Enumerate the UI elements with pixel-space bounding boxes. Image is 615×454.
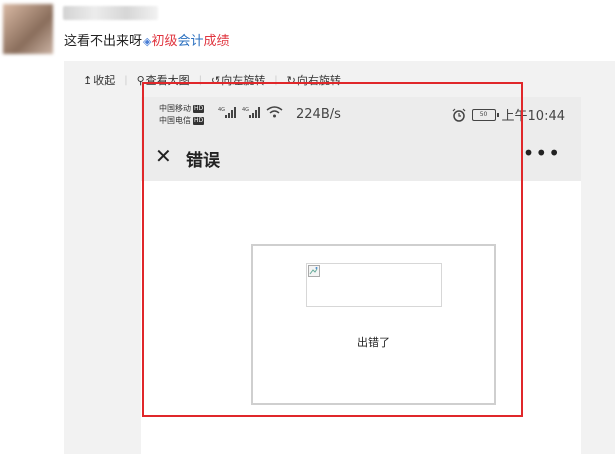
network-speed: 224B/s	[296, 107, 341, 122]
post-text: 这看不出来呀	[64, 34, 143, 49]
clock-time: 上午10:44	[501, 109, 565, 124]
collapse-label: 收起	[93, 74, 116, 87]
carrier-2: 中国电信	[159, 116, 191, 125]
close-icon[interactable]: ✕	[155, 144, 172, 168]
rotate-right-button[interactable]: ↻ 向右旋转	[287, 72, 341, 88]
svg-text:4G: 4G	[242, 107, 249, 113]
rotate-right-label: 向右旋转	[296, 74, 341, 87]
wifi-icon	[266, 106, 283, 118]
page-title: 错误	[186, 151, 220, 171]
topic-link-part3[interactable]: 成绩	[204, 34, 230, 49]
signal-icon: 4G	[242, 107, 260, 118]
post-text-line: 这看不出来呀◈初级会计成绩	[64, 33, 230, 50]
battery-icon: 50	[471, 108, 499, 121]
phone-title-bar: ✕ 错误 •••	[141, 137, 581, 181]
signal-group: 4G 4G	[218, 105, 283, 118]
toolbar-divider: |	[198, 74, 203, 86]
view-large-label: 查看大图	[145, 74, 190, 87]
carrier-info: 中国移动 HD 中国电信 HD	[159, 103, 205, 127]
topic-link-part2[interactable]: 会计	[178, 34, 204, 49]
signal-icon: 4G	[218, 107, 236, 118]
right-status-icons: 50 上午10:44	[452, 105, 565, 124]
svg-text:4G: 4G	[218, 107, 225, 113]
error-message: 出错了	[357, 336, 390, 349]
collapse-up-icon: ↥	[83, 73, 93, 87]
rotate-left-icon: ↺	[211, 73, 221, 87]
rotate-left-button[interactable]: ↺ 向左旋转	[211, 72, 265, 88]
more-menu-icon[interactable]: •••	[523, 141, 561, 165]
username-blurred[interactable]	[63, 6, 158, 20]
phone-status-bar: 中国移动 HD 中国电信 HD 4G 4G 224B/s 50 上午10:44	[141, 97, 581, 137]
alarm-icon	[452, 108, 465, 122]
image-toolbar: ↥ 收起 | ⚲ 查看大图 | ↺ 向左旋转 | ↻ 向右旋转	[83, 72, 341, 88]
phone-screenshot: 中国移动 HD 中国电信 HD 4G 4G 224B/s 50 上午10:44 …	[141, 97, 581, 454]
hd-badge: HD	[193, 117, 205, 125]
carrier-1: 中国移动	[159, 104, 191, 113]
magnifier-icon: ⚲	[136, 73, 145, 87]
toolbar-divider: |	[124, 74, 128, 86]
collapse-button[interactable]: ↥ 收起	[83, 72, 115, 88]
rotate-left-label: 向左旋转	[221, 74, 266, 87]
broken-image	[306, 263, 442, 307]
rotate-right-icon: ↻	[286, 73, 296, 87]
view-large-button[interactable]: ⚲ 查看大图	[137, 72, 190, 88]
hd-badge: HD	[193, 105, 205, 113]
toolbar-divider: |	[274, 74, 278, 86]
avatar[interactable]	[3, 4, 53, 54]
topic-link-part1[interactable]: 初级	[151, 34, 177, 49]
error-dialog: 出错了	[251, 244, 496, 405]
broken-image-icon	[308, 265, 320, 277]
